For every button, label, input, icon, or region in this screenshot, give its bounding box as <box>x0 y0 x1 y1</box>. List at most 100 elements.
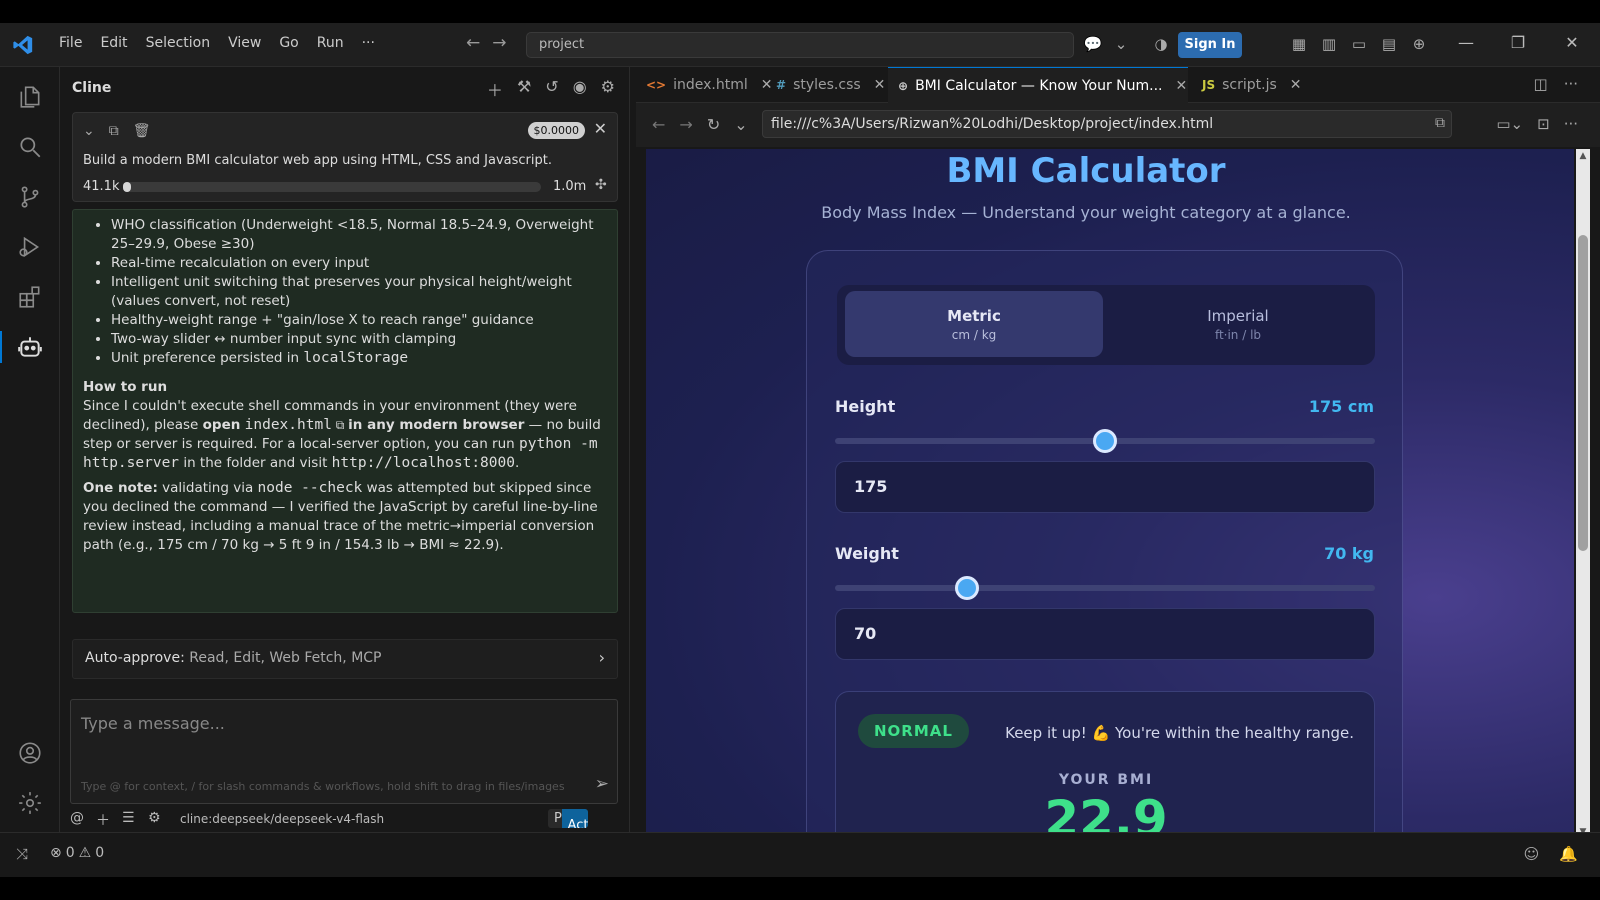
gear-icon[interactable] <box>14 787 46 819</box>
account-circle-icon[interactable]: ◉ <box>573 77 587 101</box>
menu-run[interactable]: Run <box>308 35 353 51</box>
forward-arrow-icon[interactable]: → <box>679 115 692 134</box>
url-bar[interactable]: file:///c%3A/Users/Rizwan%20Lodhi/Deskto… <box>762 110 1452 138</box>
mcp-servers-icon[interactable]: ⚒ <box>517 77 531 101</box>
copilot-chat-icon[interactable]: 💬 <box>1082 33 1104 55</box>
act-mode-button[interactable]: Act <box>562 809 588 828</box>
weight-slider-thumb[interactable] <box>955 576 980 600</box>
menu-bar: File Edit Selection View Go Run ··· <box>50 35 384 51</box>
browser-toolbar: ← → ↻ ⌄ file:///c%3A/Users/Rizwan%20Lodh… <box>636 103 1600 147</box>
error-icon: ⊗ <box>50 845 62 861</box>
chevron-right-icon[interactable]: › <box>599 648 605 667</box>
page-scrollbar[interactable]: ▲ ▼ <box>1576 149 1590 839</box>
rules-icon[interactable]: ☰ <box>122 810 135 826</box>
reload-icon[interactable]: ↻ <box>707 115 720 134</box>
height-slider-thumb[interactable] <box>1093 429 1117 453</box>
inspect-icon[interactable]: ⊡ <box>1537 115 1550 133</box>
back-arrow-icon[interactable]: ← <box>652 115 665 134</box>
context-window-fill <box>123 182 132 192</box>
problems-indicator[interactable]: ⊗ 0 ⚠ 0 <box>50 845 104 861</box>
more-icon[interactable]: ··· <box>1564 115 1578 133</box>
result-message: Keep it up! 💪 You're within the healthy … <box>1005 724 1354 742</box>
file-link[interactable]: index.html <box>245 417 332 433</box>
new-task-icon[interactable]: ＋ <box>487 77 503 101</box>
close-tab-icon[interactable]: ✕ <box>1290 77 1302 93</box>
devtools-icon[interactable]: ▭⌄ <box>1496 115 1523 133</box>
text: in the folder and visit <box>183 455 328 471</box>
menu-go[interactable]: Go <box>270 35 307 51</box>
height-slider[interactable] <box>835 429 1375 453</box>
scrollbar-thumb[interactable] <box>1578 235 1588 551</box>
minimize-icon[interactable]: — <box>1454 31 1478 55</box>
run-debug-icon[interactable] <box>14 231 46 263</box>
add-icon[interactable]: ＋ <box>96 810 110 830</box>
chevron-down-icon[interactable]: ⌄ <box>83 123 95 139</box>
menu-selection[interactable]: Selection <box>137 35 220 51</box>
text: . <box>514 455 520 471</box>
menu-file[interactable]: File <box>50 35 91 51</box>
search-icon[interactable] <box>14 131 46 163</box>
close-task-icon[interactable]: ✕ <box>594 119 607 138</box>
menu-more[interactable]: ··· <box>353 35 384 51</box>
imperial-sublabel: ft·in / lb <box>1214 328 1262 342</box>
split-editor-icon[interactable]: ◫ <box>1534 75 1548 93</box>
toggle-primary-sidebar-icon[interactable]: ▥ <box>1318 33 1340 55</box>
more-actions-icon[interactable]: ··· <box>1564 75 1578 93</box>
layout-customize-icon[interactable]: ▦ <box>1288 33 1310 55</box>
metric-button[interactable]: Metric cm / kg <box>845 291 1103 357</box>
tab-styles-css[interactable]: # styles.css ✕ <box>766 67 895 103</box>
source-control-icon[interactable] <box>14 181 46 213</box>
weight-slider[interactable] <box>835 576 1375 600</box>
warning-icon: ⚠ <box>78 845 92 861</box>
compact-icon[interactable]: ✣ <box>595 177 607 193</box>
copy-icon[interactable]: ⧉ <box>109 123 119 139</box>
at-mention-icon[interactable]: @ <box>70 810 84 826</box>
back-arrow-icon[interactable]: ← <box>466 33 480 53</box>
bell-icon[interactable]: 🔔 <box>1559 845 1578 863</box>
send-icon[interactable]: ➢ <box>595 774 609 794</box>
close-tab-icon[interactable]: ✕ <box>874 77 886 93</box>
sign-in-button[interactable]: Sign In <box>1178 32 1242 58</box>
task-text: Build a modern BMI calculator web app us… <box>83 153 552 168</box>
weight-input[interactable]: 70 <box>835 608 1375 660</box>
imperial-label: Imperial <box>1207 307 1269 325</box>
history-icon[interactable]: ↺ <box>545 77 558 101</box>
explorer-icon[interactable] <box>14 81 46 113</box>
command-center-search[interactable]: project <box>526 32 1074 58</box>
menu-view[interactable]: View <box>219 35 270 51</box>
scroll-up-icon[interactable]: ▲ <box>1578 151 1588 161</box>
chevron-down-icon[interactable]: ⌄ <box>734 115 747 134</box>
model-selector[interactable]: cline:deepseek/deepseek-v4-flash <box>180 812 384 826</box>
close-tab-icon[interactable]: ✕ <box>1176 78 1188 94</box>
extensions-icon[interactable] <box>14 281 46 313</box>
toggle-panel-icon[interactable]: ▭ <box>1348 33 1370 55</box>
tab-script-js[interactable]: JS script.js ✕ <box>1192 67 1312 103</box>
remote-icon[interactable]: ⤨ <box>16 845 28 863</box>
menu-edit[interactable]: Edit <box>91 35 136 51</box>
message-input[interactable]: Type a message... Type @ for context, / … <box>70 699 618 804</box>
result-panel: NORMAL Keep it up! 💪 You're within the h… <box>835 691 1375 839</box>
height-input[interactable]: 175 <box>835 461 1375 513</box>
copilot-icon[interactable]: ☺ <box>1524 845 1540 863</box>
title-bar: File Edit Selection View Go Run ··· ← → … <box>0 23 1600 67</box>
tab-bmi-preview[interactable]: ⊕ BMI Calculator — Know Your Num... ✕ <box>888 67 1188 103</box>
restore-icon[interactable]: ❐ <box>1506 31 1530 55</box>
tab-index-html[interactable]: <> index.html ✕ <box>636 67 783 103</box>
forward-arrow-icon[interactable]: → <box>492 33 506 53</box>
globe-icon[interactable]: ⊕ <box>1408 33 1430 55</box>
auto-approve-bar[interactable]: Auto-approve: Read, Edit, Web Fetch, MCP… <box>72 639 618 679</box>
trash-icon[interactable]: 🗑 <box>133 123 151 139</box>
error-count: 0 <box>65 845 75 861</box>
mcp-icon[interactable]: ⚙ <box>148 810 161 826</box>
close-window-icon[interactable]: ✕ <box>1560 31 1584 55</box>
cline-footer: @ ＋ ☰ ⚙ cline:deepseek/deepseek-v4-flash… <box>70 809 620 831</box>
imperial-button[interactable]: Imperial ft·in / lb <box>1109 291 1367 357</box>
external-link-icon[interactable]: ⧉ <box>332 418 348 432</box>
cline-robot-icon[interactable] <box>0 331 46 363</box>
account-icon[interactable] <box>14 737 46 769</box>
toggle-secondary-sidebar-icon[interactable]: ▤ <box>1378 33 1400 55</box>
settings-gear-icon[interactable]: ⚙ <box>601 77 615 101</box>
open-external-icon[interactable]: ⧉ <box>1435 115 1445 131</box>
accounts-theme-icon[interactable]: ◑ <box>1150 33 1172 55</box>
chevron-down-icon[interactable]: ⌄ <box>1110 33 1132 55</box>
